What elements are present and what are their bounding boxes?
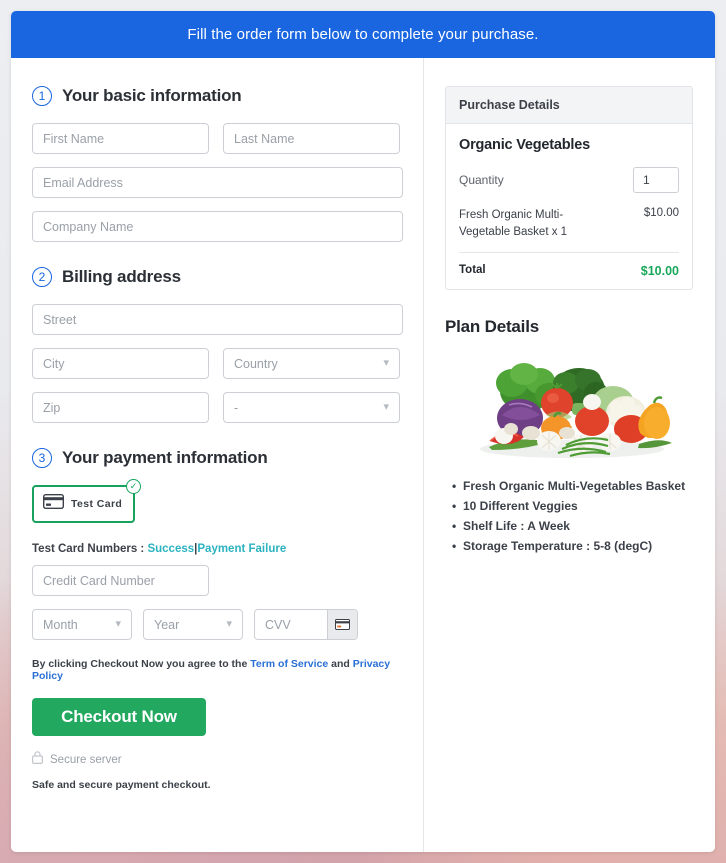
order-form-column: 1 Your basic information First Name Last…	[11, 58, 423, 852]
chevron-down-icon: ▾	[115, 618, 121, 630]
cvv-input[interactable]: CVV	[255, 618, 327, 632]
test-card-numbers-line: Test Card Numbers : Success|Payment Fail…	[32, 543, 403, 555]
expiry-cvv-row: Month ▾ Year ▾ CVV	[32, 609, 403, 640]
test-card-failure-link[interactable]: Payment Failure	[197, 543, 286, 555]
checkout-now-button[interactable]: Checkout Now	[32, 698, 206, 736]
organic-vegetables-photo	[454, 343, 684, 469]
quantity-input[interactable]: 1	[633, 167, 679, 193]
summary-column: Purchase Details Organic Vegetables Quan…	[423, 58, 715, 852]
state-select-value: -	[234, 400, 239, 415]
list-item: 10 Different Veggies	[452, 498, 693, 515]
terms-agreement-text: By clicking Checkout Now you agree to th…	[32, 658, 403, 682]
chevron-down-icon: ▾	[383, 401, 389, 413]
city-input[interactable]: City	[32, 348, 209, 379]
page-body: 1 Your basic information First Name Last…	[11, 58, 715, 852]
total-row: Total $10.00	[459, 253, 679, 278]
payment-method-test-card[interactable]: Test Card ✓	[32, 479, 141, 523]
zip-input[interactable]: Zip	[32, 392, 209, 423]
credit-card-number-input[interactable]: Credit Card Number	[32, 565, 209, 596]
step-number-1: 1	[32, 86, 52, 106]
plan-details-title: Plan Details	[445, 317, 539, 337]
section-title-payment-information: Your payment information	[62, 448, 268, 467]
email-row: Email Address	[32, 167, 403, 198]
total-label: Total	[459, 264, 486, 277]
list-item: Fresh Organic Multi-Vegetables Basket	[452, 478, 693, 495]
secure-server-text: Secure server	[50, 754, 122, 766]
purchase-details-card: Purchase Details Organic Vegetables Quan…	[445, 86, 693, 291]
expiry-year-value: Year	[154, 617, 180, 632]
line-item-price: $10.00	[643, 207, 679, 219]
state-select[interactable]: - ▾	[223, 392, 400, 423]
lock-icon	[32, 751, 44, 769]
list-item: Shelf Life : A Week	[452, 518, 693, 535]
term-of-service-link[interactable]: Term of Service	[250, 658, 328, 670]
checkout-page-card: Fill the order form below to complete yo…	[11, 11, 715, 852]
secure-server-row: Secure server	[32, 751, 403, 769]
section-header-billing-address: 2 Billing address	[32, 267, 403, 287]
section-header-payment-information: 3 Your payment information	[32, 448, 403, 468]
purchase-details-header: Purchase Details	[446, 87, 692, 124]
check-icon: ✓	[126, 479, 141, 494]
terms-prefix: By clicking Checkout Now you agree to th…	[32, 658, 248, 670]
list-item: Storage Temperature : 5-8 (degC)	[452, 538, 693, 555]
credit-card-number-row: Credit Card Number	[32, 565, 403, 596]
street-input[interactable]: Street	[32, 304, 403, 335]
payment-method-label: Test Card	[71, 498, 123, 510]
cvv-field-group[interactable]: CVV	[254, 609, 358, 640]
expiry-month-value: Month	[43, 617, 78, 632]
spacer-payment	[32, 436, 403, 448]
country-select[interactable]: Country ▾	[223, 348, 400, 379]
company-name-input[interactable]: Company Name	[32, 211, 403, 242]
zip-state-row: Zip - ▾	[32, 392, 403, 423]
chevron-down-icon: ▾	[226, 618, 232, 630]
first-name-input[interactable]: First Name	[32, 123, 209, 154]
spacer-billing	[32, 255, 403, 267]
page-banner: Fill the order form below to complete yo…	[11, 11, 715, 58]
email-input[interactable]: Email Address	[32, 167, 403, 198]
safe-checkout-text: Safe and secure payment checkout.	[32, 779, 211, 791]
product-name: Organic Vegetables	[459, 137, 590, 153]
city-country-row: City Country ▾	[32, 348, 403, 379]
test-card-success-link[interactable]: Success	[147, 543, 194, 555]
quantity-row: Quantity 1	[459, 167, 679, 193]
quantity-label: Quantity	[459, 173, 504, 187]
plan-details-list: Fresh Organic Multi-Vegetables Basket 10…	[445, 478, 693, 555]
section-header-basic-information: 1 Your basic information	[32, 86, 403, 106]
purchase-details-body: Organic Vegetables Quantity 1 Fresh Orga…	[446, 124, 692, 289]
name-row: First Name Last Name	[32, 123, 403, 154]
test-card-numbers-label: Test Card Numbers :	[32, 543, 145, 555]
total-value: $10.00	[640, 264, 679, 279]
credit-card-icon	[42, 493, 65, 514]
line-item-row: Fresh Organic Multi-Vegetable Basket x 1…	[459, 207, 679, 254]
section-title-basic-information: Your basic information	[62, 86, 242, 105]
company-row: Company Name	[32, 211, 403, 242]
chevron-down-icon: ▾	[383, 357, 389, 369]
step-number-3: 3	[32, 448, 52, 468]
cvv-credit-card-icon[interactable]	[327, 610, 357, 639]
street-row: Street	[32, 304, 403, 335]
expiry-month-select[interactable]: Month ▾	[32, 609, 132, 640]
country-select-value: Country	[234, 356, 278, 371]
line-item-name: Fresh Organic Multi-Vegetable Basket x 1	[459, 209, 568, 238]
step-number-2: 2	[32, 267, 52, 287]
expiry-year-select[interactable]: Year ▾	[143, 609, 243, 640]
last-name-input[interactable]: Last Name	[223, 123, 400, 154]
section-title-billing-address: Billing address	[62, 267, 181, 286]
terms-and: and	[331, 658, 350, 670]
